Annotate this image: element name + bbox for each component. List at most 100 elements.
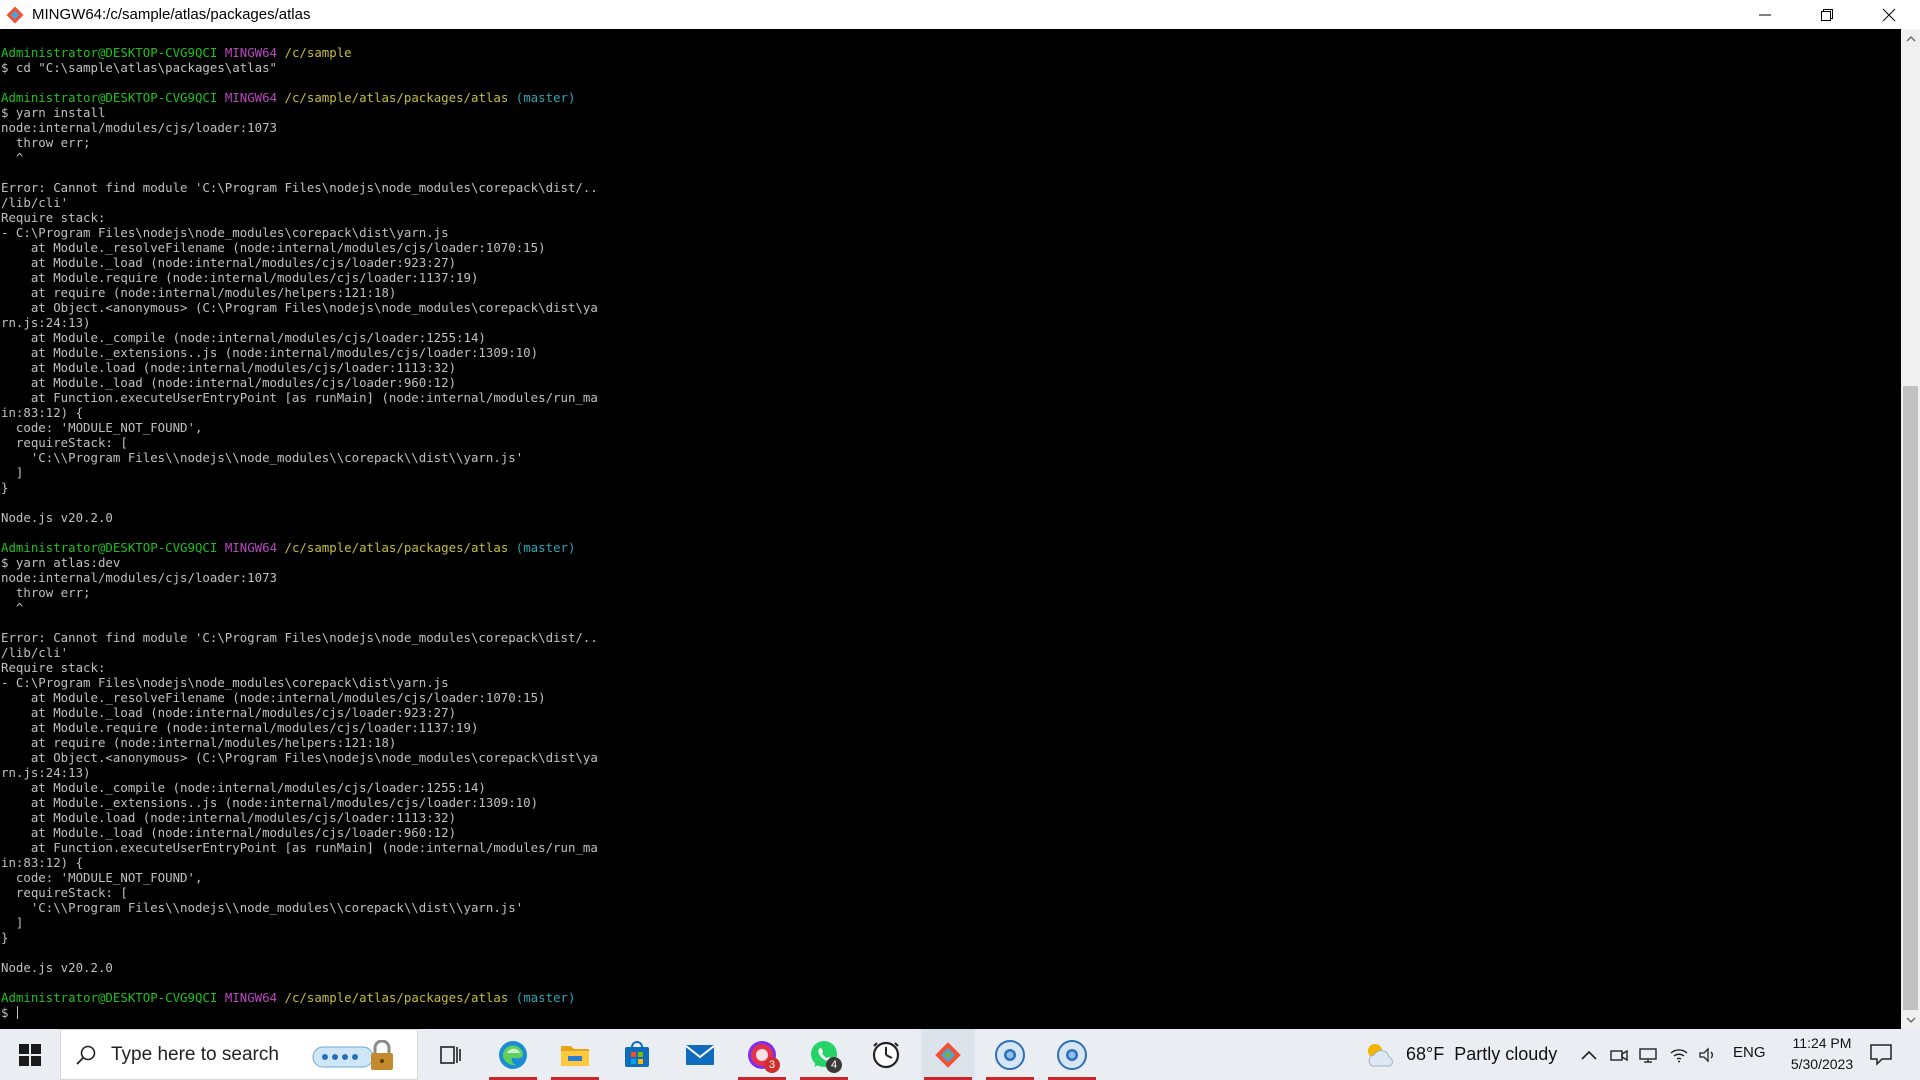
display-icon xyxy=(1639,1048,1657,1063)
chevron-up-icon xyxy=(1581,1050,1597,1060)
clock-date: 5/30/2023 xyxy=(1790,1056,1854,1072)
start-button[interactable] xyxy=(0,1029,60,1080)
terminal-text-segment: $ cd "C:\sample\atlas\packages\atlas" xyxy=(1,60,278,75)
restore-icon xyxy=(1821,8,1833,21)
terminal-text-segment: at Module._load (node:internal/modules/c… xyxy=(1,705,457,720)
taskbar-app-clock[interactable] xyxy=(859,1029,913,1080)
chevron-up-icon xyxy=(1906,35,1915,41)
terminal-text-segment: MINGW64 xyxy=(224,540,278,555)
terminal-line: at Module._extensions..js (node:internal… xyxy=(1,345,1901,360)
terminal-text-segment: /c/sample/atlas/packages/atlas xyxy=(284,90,509,105)
notification-center-icon[interactable] xyxy=(1868,1041,1894,1067)
scroll-down-button[interactable] xyxy=(1901,1010,1920,1029)
terminal-line: throw err; xyxy=(1,585,1901,600)
terminal-text-segment: Administrator@DESKTOP-CVG9QCI xyxy=(1,90,218,105)
weather-widget[interactable]: 68°F Partly cloudy xyxy=(1362,1029,1557,1080)
terminal-text-segment: /c/sample/atlas/packages/atlas xyxy=(284,990,509,1005)
terminal-text-segment: Administrator@DESKTOP-CVG9QCI xyxy=(1,540,218,555)
terminal-line: code: 'MODULE_NOT_FOUND', xyxy=(1,420,1901,435)
terminal-text-segment: Error: Cannot find module 'C:\Program Fi… xyxy=(1,180,598,195)
git-bash-icon xyxy=(6,6,24,23)
terminal-line: at Module.require (node:internal/modules… xyxy=(1,270,1901,285)
terminal-line: ^ xyxy=(1,150,1901,165)
terminal-text-segment: at Module._extensions..js (node:internal… xyxy=(1,795,539,810)
terminal-text-segment: at Object.<anonymous> (C:\Program Files\… xyxy=(1,750,598,765)
terminal-line: Administrator@DESKTOP-CVG9QCI MINGW64 /c… xyxy=(1,90,1901,105)
terminal-text-segment: /lib/cli' xyxy=(1,645,69,660)
clock-time: 11:24 PM xyxy=(1792,1035,1852,1051)
password-lock-highlight-icon xyxy=(312,1040,393,1070)
terminal-line: node:internal/modules/cjs/loader:1073 xyxy=(1,570,1901,585)
terminal-output[interactable]: Administrator@DESKTOP-CVG9QCI MINGW64 /c… xyxy=(0,29,1901,1029)
taskbar-app-git-bash[interactable] xyxy=(921,1029,975,1080)
taskbar-app-mail[interactable] xyxy=(673,1029,727,1080)
terminal-line: at Object.<anonymous> (C:\Program Files\… xyxy=(1,300,1901,315)
chevron-down-icon xyxy=(1906,1017,1915,1023)
window-title-bar[interactable]: MINGW64:/c/sample/atlas/packages/atlas xyxy=(0,0,1920,29)
terminal-scrollbar[interactable] xyxy=(1901,29,1920,1029)
terminal-text-segment: ^ xyxy=(1,150,24,165)
terminal-text-segment: (master) xyxy=(515,90,576,105)
terminal-line: - C:\Program Files\nodejs\node_modules\c… xyxy=(1,225,1901,240)
scroll-up-button[interactable] xyxy=(1901,29,1920,48)
minimize-button[interactable] xyxy=(1734,0,1796,29)
terminal-text-segment: ] xyxy=(1,465,24,480)
terminal-text-segment: /c/sample xyxy=(284,45,352,60)
terminal-line: requireStack: [ xyxy=(1,435,1901,450)
tray-meet-now[interactable] xyxy=(1608,1044,1630,1066)
terminal-text-segment: - C:\Program Files\nodejs\node_modules\c… xyxy=(1,675,449,690)
scroll-thumb[interactable] xyxy=(1903,386,1918,1010)
taskbar-app-chrome-2[interactable] xyxy=(1045,1029,1099,1080)
terminal-text-segment: at Module._resolveFilename (node:interna… xyxy=(1,240,546,255)
terminal-text-segment: (master) xyxy=(515,540,576,555)
terminal-text-segment: 'C:\\Program Files\\nodejs\\node_modules… xyxy=(1,450,524,465)
minimize-icon xyxy=(1759,14,1771,15)
terminal-line: in:83:12) { xyxy=(1,405,1901,420)
terminal-text-segment: at Object.<anonymous> (C:\Program Files\… xyxy=(1,300,598,315)
terminal-line: at Module.load (node:internal/modules/cj… xyxy=(1,810,1901,825)
text-cursor xyxy=(16,1006,18,1019)
search-placeholder: Type here to search xyxy=(111,1043,279,1065)
terminal-text-segment: /c/sample/atlas/packages/atlas xyxy=(284,540,509,555)
terminal-line: } xyxy=(1,930,1901,945)
terminal-line: throw err; xyxy=(1,135,1901,150)
show-hidden-icons-button[interactable] xyxy=(1578,1044,1600,1066)
terminal-text-segment: at Module._compile (node:internal/module… xyxy=(1,780,486,795)
terminal-line: Administrator@DESKTOP-CVG9QCI MINGW64 /c… xyxy=(1,990,1901,1005)
terminal-line: $ xyxy=(1,1005,1901,1020)
taskbar-search-box[interactable]: Type here to search xyxy=(60,1029,418,1080)
taskbar-app-whatsapp[interactable]: 4 xyxy=(797,1029,851,1080)
tray-display[interactable] xyxy=(1637,1044,1659,1066)
close-button[interactable] xyxy=(1858,0,1920,29)
taskbar-app-file-explorer[interactable] xyxy=(548,1029,602,1080)
terminal-text-segment: at Module.require (node:internal/modules… xyxy=(1,270,479,285)
terminal-text-segment: ] xyxy=(1,915,24,930)
terminal-line: node:internal/modules/cjs/loader:1073 xyxy=(1,120,1901,135)
taskbar-app-chat[interactable]: 3 xyxy=(735,1029,789,1080)
terminal-line: at Module._load (node:internal/modules/c… xyxy=(1,825,1901,840)
tray-volume[interactable] xyxy=(1697,1044,1719,1066)
restore-button[interactable] xyxy=(1796,0,1858,29)
taskbar-app-edge[interactable] xyxy=(486,1029,540,1080)
taskbar-clock[interactable]: 11:24 PM 5/30/2023 xyxy=(1762,1033,1882,1075)
terminal-text-segment: at Module._extensions..js (node:internal… xyxy=(1,345,539,360)
clock-app-icon xyxy=(872,1041,900,1068)
terminal-text-segment: throw err; xyxy=(1,135,91,150)
terminal-line: at Object.<anonymous> (C:\Program Files\… xyxy=(1,750,1901,765)
wifi-icon xyxy=(1670,1049,1688,1063)
terminal-text-segment: } xyxy=(1,480,9,495)
terminal-line: ] xyxy=(1,465,1901,480)
language-indicator[interactable]: ENG xyxy=(1733,1044,1766,1061)
task-view-button[interactable] xyxy=(423,1029,477,1080)
tray-network[interactable] xyxy=(1668,1044,1690,1066)
taskbar-app-chrome-1[interactable] xyxy=(983,1029,1037,1080)
taskbar-app-store[interactable] xyxy=(610,1029,664,1080)
partly-cloudy-icon xyxy=(1368,1043,1393,1066)
